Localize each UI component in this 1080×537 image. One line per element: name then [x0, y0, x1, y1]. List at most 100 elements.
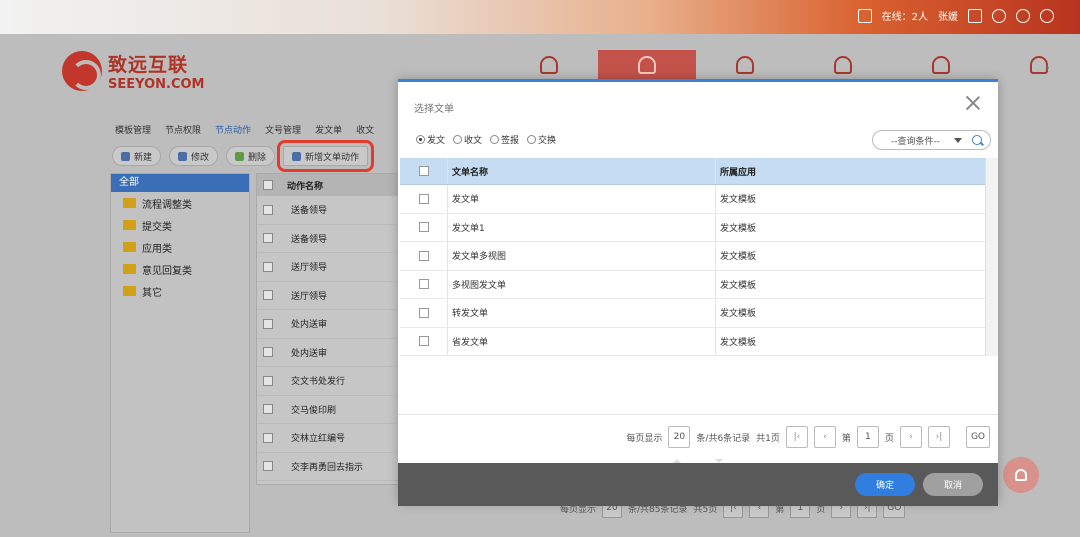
- nav-item-user-2[interactable]: [696, 50, 794, 80]
- radio-exchange[interactable]: 交换: [527, 133, 556, 146]
- row-checkbox[interactable]: [418, 250, 429, 261]
- user-name[interactable]: 张媛: [938, 8, 958, 23]
- table-row[interactable]: 交李再勇回去指示: [257, 453, 400, 481]
- new-icon: [121, 151, 130, 161]
- row-checkbox[interactable]: [263, 204, 273, 215]
- tree-item[interactable]: 流程调整类: [111, 192, 249, 214]
- table-row[interactable]: 送厅领导: [257, 253, 400, 282]
- tab-template-mgmt[interactable]: 模板管理: [115, 123, 151, 136]
- query-placeholder: --查询条件--: [891, 136, 940, 147]
- row-checkbox[interactable]: [418, 307, 429, 318]
- table-row[interactable]: 处内送审: [257, 339, 400, 367]
- radio-label: 发文: [427, 136, 446, 146]
- table-row[interactable]: 交文书处发行: [257, 367, 400, 396]
- tab-doc-number[interactable]: 文号管理: [265, 123, 301, 136]
- tree-item[interactable]: 其它: [111, 280, 249, 302]
- doc-form-table: 文单名称 所属应用 发文单 发文模板 发文单1 发文模板 发文单多视图 发文模板…: [400, 158, 998, 356]
- nav-item-admin[interactable]: [598, 50, 696, 80]
- records-label: 条/共6条记录: [696, 433, 751, 444]
- notification-button[interactable]: [1003, 457, 1039, 493]
- table-row[interactable]: 送备领导: [257, 196, 400, 225]
- row-checkbox[interactable]: [263, 261, 273, 272]
- row-checkbox[interactable]: [418, 279, 429, 290]
- row-checkbox[interactable]: [263, 432, 273, 443]
- radio-incoming[interactable]: 收文: [453, 133, 482, 146]
- online-count: 在线：2人: [881, 12, 928, 23]
- apps-icon[interactable]: [968, 8, 982, 23]
- table-row[interactable]: 交马俊印刷: [257, 396, 400, 424]
- table-row[interactable]: 转发文单 发文模板: [400, 299, 985, 328]
- table-row[interactable]: 交林立红编号: [257, 424, 400, 453]
- prev-page-button[interactable]: ‹: [813, 426, 836, 448]
- table-row[interactable]: 送备领导: [257, 225, 400, 253]
- close-icon[interactable]: [966, 96, 980, 110]
- main-nav: [500, 50, 1080, 80]
- table-scrollbar[interactable]: [985, 158, 998, 356]
- doc-name-cell: 转发文单: [448, 299, 716, 327]
- radio-report[interactable]: 签报: [490, 133, 519, 146]
- last-page-button[interactable]: ›|: [927, 426, 950, 448]
- tree-item[interactable]: 应用类: [111, 236, 249, 258]
- tree-item-label: 提交类: [142, 221, 172, 233]
- gear-icon[interactable]: [1040, 8, 1054, 23]
- select-all-checkbox[interactable]: [263, 180, 273, 190]
- nav-item-share[interactable]: [892, 50, 990, 80]
- search-icon[interactable]: [972, 135, 982, 145]
- table-row[interactable]: 发文单多视图 发文模板: [400, 242, 985, 271]
- radio-outgoing[interactable]: 发文: [416, 133, 445, 146]
- new-button[interactable]: 新建: [112, 146, 162, 166]
- row-checkbox[interactable]: [263, 404, 273, 415]
- first-page-button[interactable]: |‹: [785, 426, 808, 448]
- query-condition-select[interactable]: --查询条件--: [872, 130, 991, 150]
- home-icon[interactable]: [857, 8, 872, 23]
- delete-button[interactable]: 删除: [226, 146, 276, 166]
- table-row[interactable]: 发文单1 发文模板: [400, 213, 985, 242]
- edit-button-label: 修改: [191, 152, 210, 163]
- edit-button[interactable]: 修改: [169, 146, 219, 166]
- table-row[interactable]: 发文单 发文模板: [400, 185, 985, 214]
- chevron-down-icon[interactable]: [954, 137, 962, 143]
- row-checkbox[interactable]: [263, 375, 273, 386]
- nav-item-home[interactable]: [500, 50, 598, 80]
- page-input[interactable]: 1: [856, 426, 879, 448]
- message-icon[interactable]: [1016, 8, 1030, 23]
- row-checkbox[interactable]: [418, 193, 429, 204]
- tab-node-action[interactable]: 节点动作: [215, 123, 251, 136]
- table-row[interactable]: 送厅领导: [257, 282, 400, 310]
- select-all-checkbox[interactable]: [418, 166, 429, 176]
- row-checkbox[interactable]: [263, 347, 273, 358]
- row-checkbox[interactable]: [263, 233, 273, 244]
- row-checkbox[interactable]: [263, 461, 273, 472]
- tab-outgoing-form[interactable]: 发文单: [315, 123, 342, 136]
- nav-item-user-4[interactable]: [990, 50, 1080, 80]
- checkbox-cell: [400, 299, 448, 327]
- column-doc-name: 文单名称: [448, 158, 716, 184]
- table-row[interactable]: 省发文单 发文模板: [400, 327, 985, 356]
- confirm-button[interactable]: 确定: [855, 473, 915, 496]
- next-page-button[interactable]: ›: [899, 426, 922, 448]
- total-pages-label: 共1页: [756, 433, 780, 444]
- nav-item-user-3[interactable]: [794, 50, 892, 80]
- resize-handle[interactable]: [673, 459, 723, 465]
- table-row[interactable]: 处内送审: [257, 310, 400, 339]
- app-cell: 发文模板: [720, 337, 757, 348]
- action-list-header: 动作名称: [257, 174, 400, 196]
- cancel-button[interactable]: 取消: [923, 473, 983, 496]
- tab-incoming[interactable]: 收文: [356, 123, 374, 136]
- app-cell: 发文模板: [720, 309, 757, 320]
- new-doc-action-button[interactable]: 新增文单动作: [277, 140, 375, 172]
- table-row[interactable]: 多视图发文单 发文模板: [400, 270, 985, 299]
- go-button[interactable]: GO: [965, 426, 990, 448]
- search-icon[interactable]: [992, 8, 1006, 23]
- tab-node-permission[interactable]: 节点权限: [165, 123, 201, 136]
- tree-root[interactable]: 全部: [111, 174, 249, 192]
- chevron-right-icon[interactable]: ›: [1044, 60, 1050, 76]
- row-checkbox[interactable]: [263, 318, 273, 329]
- per-page-input[interactable]: 20: [668, 426, 691, 448]
- tree-item[interactable]: 提交类: [111, 214, 249, 236]
- row-label: 交林立红编号: [291, 434, 346, 445]
- row-checkbox[interactable]: [418, 222, 429, 233]
- tree-item[interactable]: 意见回复类: [111, 258, 249, 280]
- row-checkbox[interactable]: [418, 336, 429, 347]
- row-checkbox[interactable]: [263, 290, 273, 301]
